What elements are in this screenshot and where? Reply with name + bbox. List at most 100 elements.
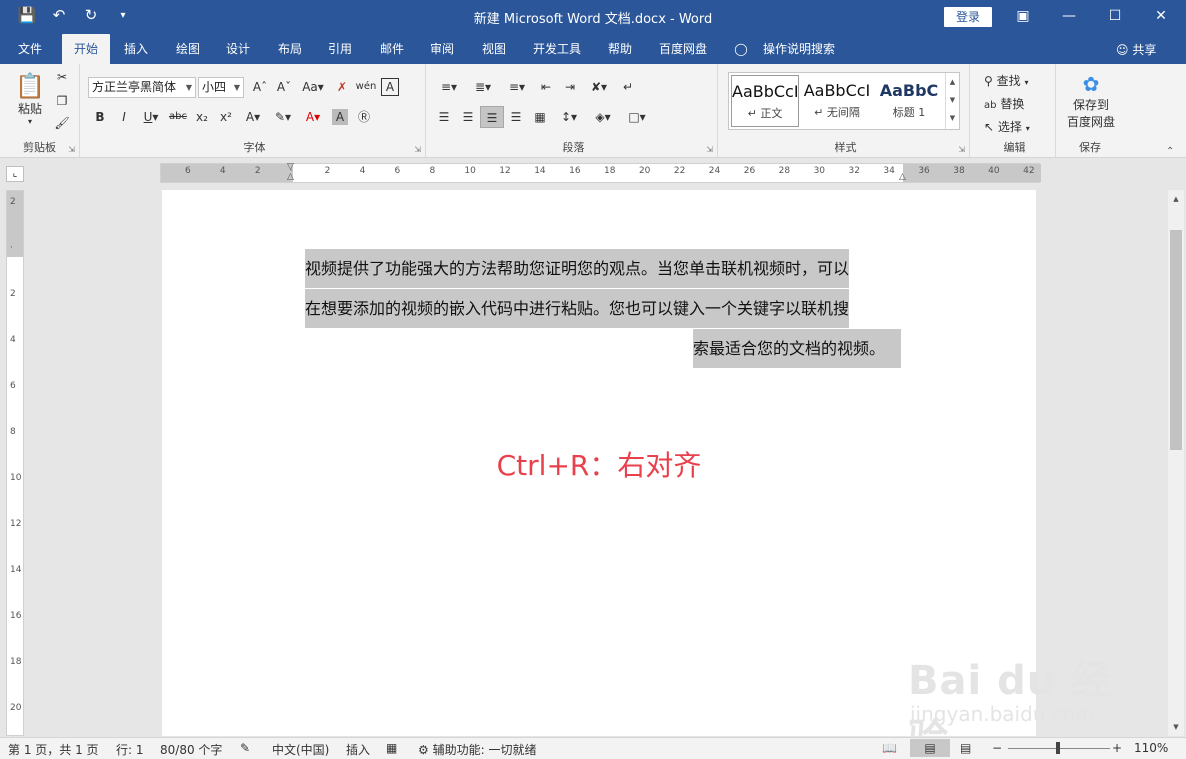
minimize-icon[interactable]: — <box>1046 0 1092 34</box>
tab-baidu-netdisk[interactable]: 百度网盘 <box>650 34 716 64</box>
text-effects-icon[interactable]: A▾ <box>238 106 268 128</box>
cut-icon[interactable]: ✂ <box>52 70 72 84</box>
read-mode-icon[interactable]: 📖 <box>882 741 897 755</box>
align-left-icon[interactable]: ☰ <box>432 106 456 128</box>
language[interactable]: 中文(中国) <box>272 741 329 758</box>
tab-help[interactable]: 帮助 <box>598 34 642 64</box>
proofing-icon[interactable]: ✎ <box>240 741 250 755</box>
zoom-in-icon[interactable]: + <box>1112 741 1122 755</box>
change-case-icon[interactable]: Aa▾ <box>296 76 330 98</box>
paragraph-line-3[interactable]: 索最适合您的文档的视频。 <box>693 329 902 368</box>
macro-icon[interactable]: ▦ <box>386 741 397 755</box>
font-size-select[interactable]: 小四 ▼ <box>198 77 244 98</box>
strikethrough-icon[interactable]: abc <box>166 106 190 128</box>
bold-icon[interactable]: B <box>88 106 112 128</box>
grow-font-icon[interactable]: Aˆ <box>248 76 272 98</box>
style-normal[interactable]: AaBbCcI ↵ 正文 <box>731 75 799 127</box>
tab-selector[interactable]: ⌞ <box>6 166 24 182</box>
replace-button[interactable]: ab 替换 <box>984 95 1024 112</box>
multilevel-list-icon[interactable]: ≡▾ <box>500 76 534 98</box>
tab-file[interactable]: 文件 <box>8 34 52 64</box>
justify-icon[interactable]: ☰ <box>504 106 528 128</box>
horizontal-ruler[interactable]: 6 4 2 · 2 4 6 8 10 12 14 16 18 20 22 24 26 28 30 32 34 36 38 40… <box>160 162 1041 184</box>
gallery-more-icon[interactable]: ▼ <box>946 109 959 127</box>
collapse-ribbon-icon[interactable]: ⌃ <box>1166 146 1174 157</box>
close-icon[interactable]: ✕ <box>1138 0 1184 34</box>
paragraph-line-1[interactable]: 视频提供了功能强大的方法帮助您证明您的观点。当您单击联机视频时，可以 <box>305 249 850 288</box>
align-center-icon[interactable]: ☰ <box>456 106 480 128</box>
character-border-icon[interactable]: A <box>381 78 399 96</box>
tab-draw[interactable]: 绘图 <box>166 34 210 64</box>
clipboard-dialog-launcher-icon[interactable]: ⇲ <box>68 145 75 154</box>
increase-indent-icon[interactable]: ⇥ <box>558 76 582 98</box>
gallery-scroll[interactable]: ▲ ▼ ▼ <box>945 73 959 129</box>
print-layout-icon[interactable]: ▤ <box>910 739 950 757</box>
subscript-icon[interactable]: x₂ <box>190 106 214 128</box>
format-painter-icon[interactable]: 🖌 <box>52 116 72 130</box>
bullets-icon[interactable]: ≡▾ <box>432 76 466 98</box>
tab-design[interactable]: 设计 <box>216 34 260 64</box>
document-page[interactable]: 视频提供了功能强大的方法帮助您证明您的观点。当您单击联机视频时，可以 在想要添加… <box>162 190 1111 759</box>
page-count[interactable]: 第 1 页，共 1 页 <box>8 741 99 758</box>
line-spacing-icon[interactable]: ↕▾ <box>552 106 586 128</box>
scroll-down-icon[interactable]: ▼ <box>1168 720 1184 734</box>
tab-home[interactable]: 开始 <box>62 34 110 64</box>
enclose-characters-icon[interactable]: Ⓡ <box>352 106 376 128</box>
find-button[interactable]: ⚲ 查找 ▾ <box>984 72 1028 89</box>
scroll-thumb[interactable] <box>1170 230 1182 450</box>
tab-developer[interactable]: 开发工具 <box>526 34 588 64</box>
paragraph-dialog-launcher-icon[interactable]: ⇲ <box>706 145 713 154</box>
font-name-select[interactable]: 方正兰亭黑简体 ▼ <box>88 77 196 98</box>
tab-view[interactable]: 视图 <box>472 34 516 64</box>
tab-review[interactable]: 审阅 <box>420 34 464 64</box>
paragraph-line-2[interactable]: 在想要添加的视频的嵌入代码中进行粘贴。您也可以键入一个关键字以联机搜 <box>305 289 850 328</box>
zoom-out-icon[interactable]: − <box>992 741 1002 755</box>
superscript-icon[interactable]: x² <box>214 106 238 128</box>
web-layout-icon[interactable]: ▤ <box>960 741 971 755</box>
gallery-down-icon[interactable]: ▼ <box>946 91 959 109</box>
word-count[interactable]: 80/80 个字 <box>160 741 222 758</box>
clear-formatting-icon[interactable]: ✗ <box>330 76 354 98</box>
style-no-spacing[interactable]: AaBbCcI ↵ 无间隔 <box>803 75 871 127</box>
insert-mode[interactable]: 插入 <box>346 741 370 758</box>
maximize-icon[interactable]: ☐ <box>1092 0 1138 34</box>
ribbon-display-options-icon[interactable]: ▣ <box>1000 0 1046 34</box>
phonetic-guide-icon[interactable]: wén <box>354 76 378 98</box>
italic-icon[interactable]: I <box>112 106 136 128</box>
font-color-icon[interactable]: A▾ <box>298 106 328 128</box>
tab-insert[interactable]: 插入 <box>114 34 158 64</box>
zoom-slider-thumb[interactable] <box>1056 742 1060 754</box>
right-indent-marker[interactable]: △ <box>899 172 906 182</box>
shading-icon[interactable]: ◈▾ <box>586 106 620 128</box>
shrink-font-icon[interactable]: Aˇ <box>272 76 296 98</box>
copy-icon[interactable]: ❐ <box>52 94 72 108</box>
underline-icon[interactable]: U▾ <box>136 106 166 128</box>
decrease-indent-icon[interactable]: ⇤ <box>534 76 558 98</box>
login-button[interactable]: 登录 <box>944 7 992 27</box>
style-heading-1[interactable]: AaBbC 标题 1 <box>875 75 943 127</box>
borders-icon[interactable]: □▾ <box>620 106 654 128</box>
distributed-icon[interactable]: ▦ <box>528 106 552 128</box>
vertical-scrollbar[interactable]: ▲ ▼ <box>1168 190 1184 736</box>
styles-dialog-launcher-icon[interactable]: ⇲ <box>958 145 965 154</box>
select-button[interactable]: ↖ 选择 ▾ <box>984 118 1030 135</box>
character-shading-icon[interactable]: A <box>332 109 348 125</box>
numbering-icon[interactable]: ≣▾ <box>466 76 500 98</box>
indent-marker[interactable]: ▽ △ <box>287 162 297 184</box>
tab-mailings[interactable]: 邮件 <box>370 34 414 64</box>
save-to-baidu-button[interactable]: ✿ 保存到 百度网盘 <box>1062 72 1120 130</box>
zoom-level[interactable]: 110% <box>1134 741 1168 755</box>
show-marks-icon[interactable]: ↵ <box>616 76 640 98</box>
paste-button[interactable]: 📋 粘贴 ▾ <box>10 72 50 126</box>
scroll-up-icon[interactable]: ▲ <box>1168 192 1184 206</box>
share-button[interactable]: ☺ 共享 <box>1116 41 1156 58</box>
vertical-ruler[interactable]: 2 · 2 4 6 8 10 12 14 16 18 20 <box>6 190 24 736</box>
tab-references[interactable]: 引用 <box>318 34 362 64</box>
accessibility-status[interactable]: ⚙ 辅助功能: 一切就绪 <box>418 741 536 758</box>
highlight-color-icon[interactable]: ✎▾ <box>268 106 298 128</box>
font-dialog-launcher-icon[interactable]: ⇲ <box>414 145 421 154</box>
gallery-up-icon[interactable]: ▲ <box>946 73 959 91</box>
tell-me-search[interactable]: 操作说明搜索 <box>756 34 842 64</box>
chinese-layout-icon[interactable]: ✘▾ <box>582 76 616 98</box>
align-right-icon[interactable]: ☰ <box>480 106 504 128</box>
